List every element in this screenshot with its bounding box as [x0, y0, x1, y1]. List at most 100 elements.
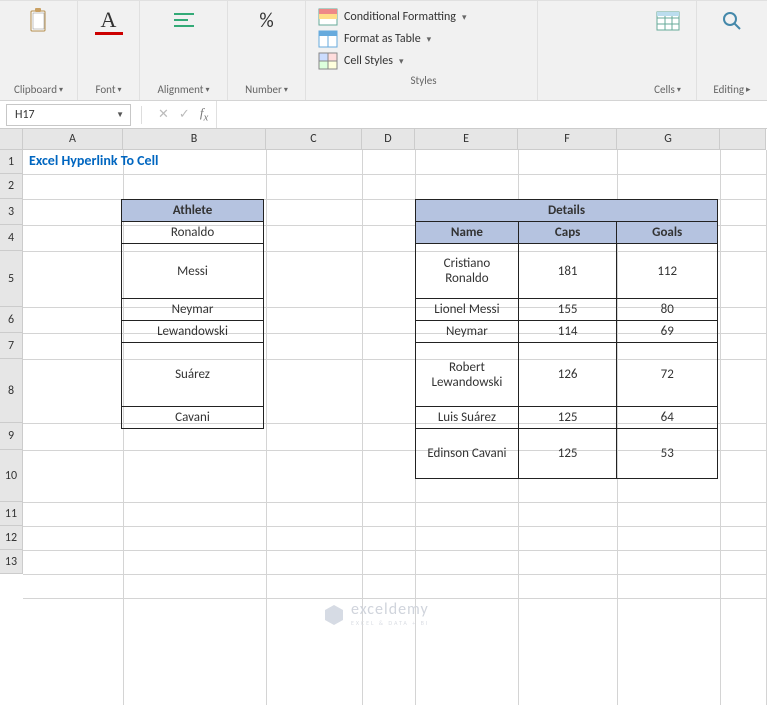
cells-area[interactable]: Excel Hyperlink To Cell Athlete Ronaldo … — [23, 150, 767, 705]
column-header[interactable]: C — [266, 129, 362, 150]
formula-input[interactable] — [216, 101, 767, 128]
font-button[interactable]: A — [91, 5, 127, 37]
details-caps[interactable]: 126 — [518, 343, 617, 407]
clipboard-label: Clipboard — [14, 83, 57, 96]
athlete-table: Athlete Ronaldo Messi Neymar Lewandowski… — [121, 199, 264, 429]
row-header[interactable]: 2 — [0, 174, 23, 199]
ribbon-group-number: % Number▾ — [228, 1, 306, 100]
details-goals[interactable]: 72 — [617, 343, 718, 407]
chevron-down-icon[interactable]: ▾ — [205, 85, 209, 95]
table-row: Neymar 114 69 — [416, 321, 718, 343]
column-header[interactable]: B — [123, 129, 266, 150]
row-header[interactable]: 12 — [0, 526, 23, 550]
cancel-button[interactable]: ✕ — [158, 107, 169, 122]
row-headers: 12345678910111213 — [0, 150, 23, 705]
name-box-value: H17 — [15, 108, 35, 122]
details-caps[interactable]: 125 — [518, 407, 617, 429]
enter-button[interactable]: ✓ — [179, 107, 190, 122]
chevron-down-icon[interactable]: ▾ — [118, 85, 122, 95]
athlete-cell[interactable]: Ronaldo — [122, 222, 264, 244]
column-headers: ABCDEFG — [23, 129, 766, 150]
row-header[interactable]: 10 — [0, 450, 23, 502]
details-name[interactable]: Edinson Cavani — [416, 429, 519, 479]
details-header: Details — [416, 200, 718, 222]
ribbon-group-editing: Editing▸ — [697, 1, 767, 100]
table-row: Luis Suárez 125 64 — [416, 407, 718, 429]
details-goals[interactable]: 64 — [617, 407, 718, 429]
table-row: Messi — [122, 244, 264, 299]
row-header[interactable]: 13 — [0, 550, 23, 574]
fx-icon[interactable]: fx — [200, 105, 216, 124]
cell-styles-button[interactable]: Cell Styles ▾ — [316, 51, 468, 71]
conditional-formatting-button[interactable]: Conditional Formatting ▾ — [316, 7, 468, 27]
number-button[interactable]: % — [249, 5, 285, 37]
table-row: Cristiano Ronaldo 181 112 — [416, 244, 718, 299]
row-header[interactable]: 6 — [0, 307, 23, 333]
details-goals[interactable]: 80 — [617, 299, 718, 321]
details-table: Details Name Caps Goals Cristiano Ronald… — [415, 199, 718, 479]
row-header[interactable]: 8 — [0, 359, 23, 423]
details-caps[interactable]: 155 — [518, 299, 617, 321]
column-header[interactable]: E — [415, 129, 518, 150]
athlete-cell[interactable]: Lewandowski — [122, 321, 264, 343]
font-icon: A — [95, 7, 123, 35]
editing-button[interactable] — [714, 5, 750, 37]
row-header[interactable]: 11 — [0, 502, 23, 526]
row-header[interactable]: 5 — [0, 251, 23, 307]
row-header[interactable]: 1 — [0, 150, 23, 174]
column-header[interactable]: D — [362, 129, 415, 150]
formula-bar: H17 ▼ ✕ ✓ fx — [0, 101, 767, 129]
table-row: Edinson Cavani 125 53 — [416, 429, 718, 479]
details-name[interactable]: Robert Lewandowski — [416, 343, 519, 407]
athlete-cell[interactable]: Messi — [122, 244, 264, 299]
chevron-down-icon[interactable]: ▼ — [116, 110, 124, 120]
column-header[interactable]: F — [518, 129, 617, 150]
row-header[interactable]: 3 — [0, 199, 23, 225]
watermark-icon — [323, 603, 345, 625]
ribbon-group-styles: Conditional Formatting ▾ Format as Table… — [306, 1, 538, 100]
format-table-label: Format as Table — [344, 32, 421, 46]
ribbon: Clipboard▾ A Font▾ Alignment▾ % Number▾ — [0, 0, 767, 101]
format-table-icon — [318, 30, 338, 48]
details-col-caps: Caps — [518, 222, 617, 244]
details-goals[interactable]: 69 — [617, 321, 718, 343]
athlete-cell[interactable]: Suárez — [122, 343, 264, 407]
column-header[interactable]: A — [23, 129, 123, 150]
row-header[interactable]: 7 — [0, 333, 23, 359]
details-caps[interactable]: 181 — [518, 244, 617, 299]
details-name[interactable]: Neymar — [416, 321, 519, 343]
table-row: Lionel Messi 155 80 — [416, 299, 718, 321]
paste-button[interactable] — [21, 5, 57, 37]
athlete-cell[interactable]: Neymar — [122, 299, 264, 321]
chevron-down-icon[interactable]: ▾ — [284, 85, 288, 95]
details-name[interactable]: Cristiano Ronaldo — [416, 244, 519, 299]
details-goals[interactable]: 53 — [617, 429, 718, 479]
chevron-down-icon[interactable]: ▾ — [677, 85, 681, 95]
watermark-sub: EXCEL & DATA + BI — [351, 619, 429, 627]
details-caps[interactable]: 125 — [518, 429, 617, 479]
alignment-button[interactable] — [166, 5, 202, 37]
name-box[interactable]: H17 ▼ — [6, 104, 131, 126]
row-header[interactable]: 9 — [0, 423, 23, 450]
select-all-corner[interactable] — [0, 129, 23, 150]
details-name[interactable]: Luis Suárez — [416, 407, 519, 429]
table-row: Robert Lewandowski 126 72 — [416, 343, 718, 407]
details-col-name: Name — [416, 222, 519, 244]
table-row: Name Caps Goals — [416, 222, 718, 244]
cells-label: Cells — [654, 83, 675, 96]
conditional-formatting-label: Conditional Formatting — [344, 10, 456, 24]
format-as-table-button[interactable]: Format as Table ▾ — [316, 29, 468, 49]
chevron-right-icon[interactable]: ▸ — [746, 84, 751, 95]
conditional-formatting-icon — [318, 8, 338, 26]
table-row: Lewandowski — [122, 321, 264, 343]
row-header[interactable]: 4 — [0, 225, 23, 251]
column-header[interactable] — [720, 129, 766, 150]
chevron-down-icon[interactable]: ▾ — [59, 85, 63, 95]
details-caps[interactable]: 114 — [518, 321, 617, 343]
column-header[interactable]: G — [617, 129, 720, 150]
cells-button[interactable] — [650, 5, 686, 37]
athlete-cell[interactable]: Cavani — [122, 407, 264, 429]
details-goals[interactable]: 112 — [617, 244, 718, 299]
details-name[interactable]: Lionel Messi — [416, 299, 519, 321]
table-row: Ronaldo — [122, 222, 264, 244]
